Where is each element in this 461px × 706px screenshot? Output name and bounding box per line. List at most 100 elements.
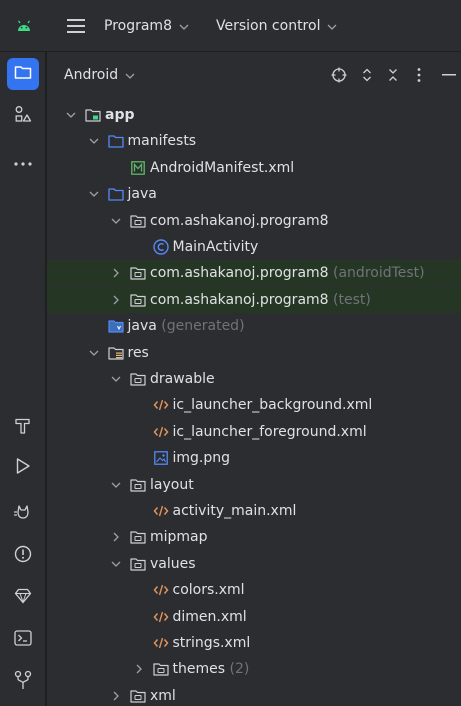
tree-item-name: ic_launcher_foreground.xml — [172, 423, 367, 440]
package-icon — [130, 371, 146, 387]
module-folder-icon — [85, 107, 101, 123]
tree-item-suffix: (generated) — [161, 318, 245, 335]
view-mode-selector[interactable]: Android — [64, 52, 135, 98]
tree-item-name: themes — [172, 661, 226, 678]
tree-item-name: manifests — [127, 133, 197, 150]
tree-item-label: mipmap — [150, 529, 208, 545]
version-control-tool-button[interactable] — [7, 666, 39, 698]
tree-item-suffix: (2) — [229, 661, 250, 678]
tree-row[interactable]: com.ashakanoj.program8 (androidTest) — [47, 260, 461, 287]
main-menu-icon[interactable] — [64, 0, 88, 52]
build-tool-button[interactable] — [7, 412, 39, 444]
chevron-right-icon[interactable] — [110, 294, 122, 306]
tree-item-name: xml — [150, 687, 176, 704]
options-more-icon[interactable] — [409, 52, 429, 98]
tree-item-name: drawable — [150, 371, 215, 387]
package-icon — [130, 529, 146, 545]
tree-row[interactable]: dimen.xml — [47, 604, 461, 630]
tree-item-label: strings.xml — [173, 635, 251, 651]
package-icon — [130, 556, 146, 572]
tree-row[interactable]: app — [47, 102, 461, 128]
tree-row[interactable]: values — [47, 551, 461, 577]
tree-item-suffix: (androidTest) — [333, 265, 425, 282]
chevron-down-icon[interactable] — [110, 373, 122, 385]
project-tool-button[interactable] — [7, 58, 39, 90]
tree-row[interactable]: themes (2) — [47, 656, 461, 682]
chevron-down-icon[interactable] — [110, 479, 122, 491]
chevron-down-icon — [125, 69, 135, 82]
tree-row[interactable]: activity_main.xml — [47, 498, 461, 524]
xml-file-icon — [153, 609, 169, 625]
expand-all-icon[interactable] — [357, 52, 377, 98]
chevron-down-icon[interactable] — [110, 558, 122, 570]
android-logo-icon[interactable] — [12, 0, 36, 52]
chevron-down-icon[interactable] — [88, 135, 100, 147]
tree-item-label: manifests — [128, 133, 197, 149]
tree-row[interactable]: com.ashakanoj.program8 (test) — [47, 286, 461, 313]
tree-row[interactable]: com.ashakanoj.program8 — [47, 208, 461, 234]
run-icon — [15, 457, 31, 479]
hide-panel-icon[interactable] — [439, 52, 459, 98]
version-control-selector[interactable]: Version control — [216, 0, 337, 52]
tree-item-name: mipmap — [150, 529, 208, 546]
terminal-tool-button[interactable] — [7, 624, 39, 656]
tree-item-name: strings.xml — [172, 635, 251, 651]
tree-row[interactable]: manifests — [47, 128, 461, 154]
tree-row[interactable]: strings.xml — [47, 630, 461, 656]
problems-tool-button[interactable] — [7, 540, 39, 572]
tree-item-name: java — [127, 318, 157, 335]
tree-row[interactable]: mipmap — [47, 524, 461, 550]
tree-item-label: java (generated) — [128, 318, 245, 334]
tree-item-name: com.ashakanoj.program8 — [150, 212, 329, 229]
generated-folder-icon — [107, 318, 124, 334]
chevron-down-icon — [179, 20, 189, 33]
package-icon — [130, 688, 146, 704]
run-tool-button[interactable] — [7, 452, 39, 484]
chevron-right-icon[interactable] — [110, 267, 122, 279]
tree-row[interactable]: ic_launcher_background.xml — [47, 392, 461, 418]
gemini-tool-button[interactable] — [7, 582, 39, 614]
image-file-icon — [153, 450, 169, 466]
tree-row[interactable]: AndroidManifest.xml — [47, 155, 461, 181]
problems-icon — [14, 545, 32, 567]
chevron-down-icon[interactable] — [88, 188, 100, 200]
structure-tool-button[interactable] — [7, 100, 39, 132]
chevron-right-icon[interactable] — [133, 663, 145, 675]
project-selector[interactable]: Program8 — [104, 0, 189, 52]
tree-item-name: activity_main.xml — [172, 503, 297, 519]
chevron-right-icon[interactable] — [110, 690, 122, 702]
tree-item-name: com.ashakanoj.program8 — [150, 265, 329, 282]
diamond-icon — [14, 588, 32, 608]
tree-item-label: app — [105, 107, 135, 123]
tree-row[interactable]: colors.xml — [47, 577, 461, 603]
tree-row[interactable]: MainActivity — [47, 234, 461, 260]
tree-row[interactable]: layout — [47, 472, 461, 498]
chevron-down-icon[interactable] — [110, 215, 122, 227]
tree-row[interactable]: java — [47, 181, 461, 207]
xml-file-icon — [153, 397, 169, 413]
tree-row[interactable]: drawable — [47, 366, 461, 392]
logcat-tool-button[interactable] — [7, 498, 39, 530]
tree-row[interactable]: java (generated) — [47, 313, 461, 339]
terminal-icon — [14, 630, 32, 650]
collapse-all-icon[interactable] — [383, 52, 403, 98]
chevron-down-icon[interactable] — [88, 347, 100, 359]
tree-item-label: xml — [150, 688, 176, 704]
tree-item-label: java — [128, 186, 157, 202]
package-icon — [152, 661, 169, 677]
tree-item-label: values — [150, 556, 196, 572]
tree-row[interactable]: res — [47, 340, 461, 366]
git-branch-icon — [14, 670, 32, 694]
tree-row[interactable]: ic_launcher_foreground.xml — [47, 419, 461, 445]
title-bar: Program8 Version control — [0, 0, 461, 52]
tree-item-suffix: (test) — [333, 291, 371, 308]
project-panel: Android app manifests AndroidManifest.xml j… — [47, 52, 461, 706]
tree-row[interactable]: xml — [47, 683, 461, 706]
chevron-down-icon[interactable] — [65, 109, 77, 121]
select-opened-file-icon[interactable] — [329, 52, 349, 98]
tree-item-label: ic_launcher_background.xml — [173, 397, 373, 413]
tree-row[interactable]: img.png — [47, 445, 461, 471]
chevron-right-icon[interactable] — [110, 531, 122, 543]
folder-icon — [14, 64, 32, 84]
more-tools-button[interactable] — [7, 144, 39, 176]
